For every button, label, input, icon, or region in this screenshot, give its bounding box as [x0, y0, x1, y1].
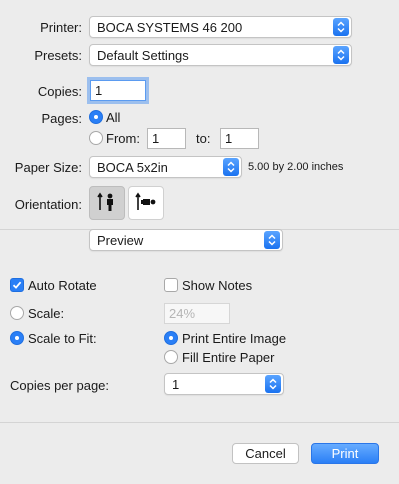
- print-button[interactable]: Print: [311, 443, 379, 464]
- portrait-person-icon: [96, 190, 118, 217]
- pages-to-field[interactable]: 1: [220, 128, 259, 149]
- presets-value: Default Settings: [97, 47, 189, 63]
- pages-label: Pages:: [41, 111, 82, 126]
- auto-rotate-checkbox[interactable]: [10, 278, 24, 292]
- paper-size-label: Paper Size:: [14, 160, 82, 175]
- landscape-person-icon: [134, 190, 158, 217]
- separator: [0, 422, 399, 423]
- scale-to-fit-radio[interactable]: [10, 331, 24, 345]
- printer-value: BOCA SYSTEMS 46 200: [97, 19, 243, 35]
- fill-entire-paper-radio[interactable]: [164, 350, 178, 364]
- pages-from-radio[interactable]: [89, 131, 103, 145]
- copies-per-page-popup[interactable]: 1: [164, 373, 284, 395]
- popup-stepper-icon: [333, 46, 349, 64]
- scale-field[interactable]: 24%: [164, 303, 230, 324]
- scale-radio[interactable]: [10, 306, 24, 320]
- orientation-landscape-button[interactable]: [128, 186, 164, 220]
- auto-rotate-label: Auto Rotate: [28, 278, 97, 293]
- paper-size-popup[interactable]: BOCA 5x2in: [89, 156, 242, 178]
- scale-label: Scale:: [28, 306, 65, 321]
- print-entire-image-radio[interactable]: [164, 331, 178, 345]
- orientation-label: Orientation:: [14, 197, 82, 212]
- cancel-button[interactable]: Cancel: [232, 443, 299, 464]
- popup-stepper-icon: [265, 375, 281, 393]
- pages-to-label: to:: [196, 131, 211, 146]
- pages-all-radio[interactable]: [89, 110, 103, 124]
- section-popup[interactable]: Preview: [89, 229, 283, 251]
- fill-entire-paper-label: Fill Entire Paper: [182, 350, 275, 365]
- pages-all-label: All: [106, 110, 121, 125]
- popup-stepper-icon: [264, 231, 280, 249]
- scale-to-fit-label: Scale to Fit:: [28, 331, 97, 346]
- checkmark-icon: [12, 281, 22, 289]
- pages-from-field[interactable]: 1: [147, 128, 186, 149]
- orientation-portrait-button[interactable]: [89, 186, 125, 220]
- popup-stepper-icon: [333, 18, 349, 36]
- print-entire-image-label: Print Entire Image: [182, 331, 287, 346]
- section-popup-value: Preview: [97, 232, 144, 248]
- presets-popup[interactable]: Default Settings: [89, 44, 352, 66]
- copies-label: Copies:: [37, 84, 82, 99]
- show-notes-checkbox[interactable]: [164, 278, 178, 292]
- show-notes-label: Show Notes: [182, 278, 253, 293]
- copies-field[interactable]: 1: [90, 80, 146, 101]
- printer-popup[interactable]: BOCA SYSTEMS 46 200: [89, 16, 352, 38]
- window-bottom-edge: [0, 474, 399, 484]
- copies-per-page-label: Copies per page:: [10, 378, 110, 393]
- presets-label: Presets:: [34, 48, 82, 63]
- paper-size-value: BOCA 5x2in: [97, 159, 168, 175]
- copies-per-page-value: 1: [172, 376, 180, 392]
- printer-label: Printer:: [40, 20, 82, 35]
- popup-stepper-icon: [223, 158, 239, 176]
- pages-from-label: From:: [106, 131, 140, 146]
- paper-dimensions: 5.00 by 2.00 inches: [248, 161, 344, 173]
